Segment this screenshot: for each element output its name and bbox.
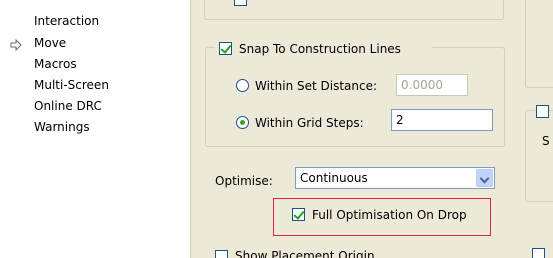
chevron-down-icon[interactable] — [476, 169, 493, 187]
nav-item-macros[interactable]: Macros — [34, 55, 77, 73]
show-placement-origin-checkbox[interactable] — [215, 250, 228, 258]
top-group-box — [204, 0, 504, 20]
snap-group-box — [205, 47, 505, 147]
snap-legend: Snap To Construction Lines — [215, 40, 432, 58]
selected-arrow-icon — [10, 38, 22, 52]
within-distance-label: Within Set Distance: — [255, 79, 378, 93]
show-placement-origin-label: Show Placement Origin — [235, 249, 375, 258]
within-distance-radio[interactable] — [236, 79, 249, 92]
within-grid-label: Within Grid Steps: — [255, 116, 364, 130]
right-mid-group-box — [525, 110, 553, 202]
options-nav: Interaction Move Macros Multi-Screen Onl… — [0, 0, 190, 258]
optimise-value: Continuous — [300, 171, 368, 185]
snap-checkbox[interactable] — [219, 42, 232, 55]
within-distance-input[interactable]: 0.0000 — [396, 74, 468, 96]
full-optimisation-label: Full Optimisation On Drop — [312, 208, 467, 222]
move-options-panel: S Snap To Construction Lines Within Set … — [191, 0, 553, 258]
snap-label: Snap To Construction Lines — [239, 42, 401, 56]
right-group-checkbox[interactable] — [536, 105, 549, 118]
optimise-select[interactable]: Continuous — [295, 167, 495, 189]
right-bottom-checkbox[interactable] — [532, 248, 545, 258]
within-grid-input[interactable]: 2 — [391, 109, 493, 131]
within-grid-radio[interactable] — [236, 116, 249, 129]
nav-item-warnings[interactable]: Warnings — [34, 118, 90, 136]
nav-item-multi-screen[interactable]: Multi-Screen — [34, 76, 109, 94]
right-top-group-box — [525, 0, 553, 88]
nav-item-online-drc[interactable]: Online DRC — [34, 97, 102, 115]
nav-item-move[interactable]: Move — [34, 34, 66, 52]
full-optimisation-checkbox[interactable] — [292, 208, 305, 221]
top-partial-checkbox[interactable] — [234, 0, 247, 6]
optimise-label: Optimise: — [215, 174, 273, 188]
right-partial-label: S — [542, 134, 550, 148]
nav-item-interaction[interactable]: Interaction — [34, 12, 99, 30]
